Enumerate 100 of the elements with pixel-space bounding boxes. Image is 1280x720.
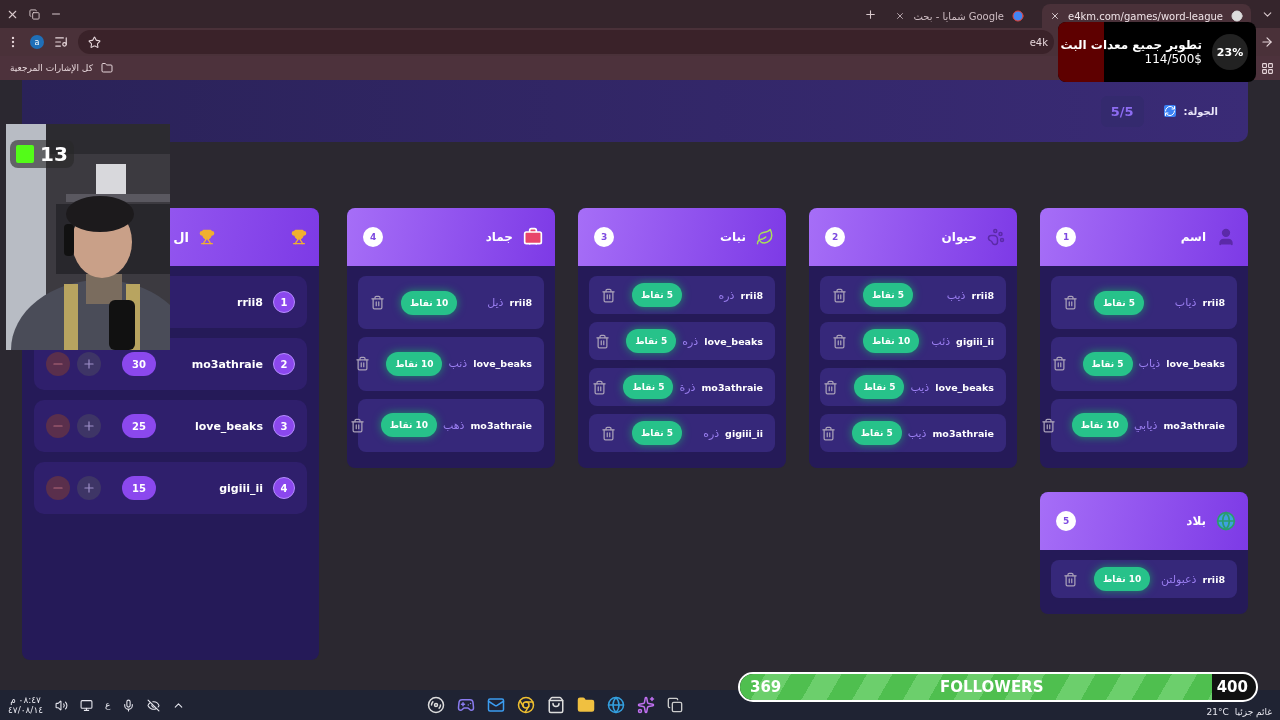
leaf-icon [756,228,774,246]
profile-avatar[interactable]: a [30,35,44,49]
language-indicator[interactable]: ع [105,700,111,710]
answer-word: ذيل [486,296,504,310]
person-icon [1216,227,1236,247]
points-badge: 5 نقاط [854,375,905,399]
eye-off-icon[interactable] [147,698,161,712]
weather-text: غائم جزئيا [1234,707,1272,717]
category-number: 1 [1056,227,1076,247]
player-name: rrii8 [1202,573,1225,585]
bookmark-item[interactable]: كل الإشارات المرجعية [10,63,93,73]
favicon-icon [1231,10,1243,22]
paw-icon [987,228,1005,246]
mic-icon[interactable] [122,698,136,712]
trash-icon[interactable] [370,295,385,311]
points-badge: 5 نقاط [626,329,677,353]
clock-time: ٠٨:٤٧ م [10,695,41,705]
player-score: 15 [122,476,156,500]
folder-icon [100,62,113,74]
browser-icon[interactable] [517,696,536,714]
gamepad-icon[interactable] [457,696,476,714]
trophy-icon [199,229,215,245]
player-name: mo3athraie [932,427,994,439]
answer-word: ذعبولتن [1160,572,1197,586]
globe-icon [1216,511,1236,531]
volume-icon[interactable] [55,698,69,712]
sparkles-icon[interactable] [637,696,656,714]
donation-percent: 23% [1212,34,1248,70]
player-name: gigiii_ii [219,481,263,495]
trash-icon[interactable] [601,287,616,303]
refresh-icon [1163,105,1176,117]
round-value: 5/5 [1100,95,1144,127]
globe-icon[interactable] [607,696,626,714]
mail-icon[interactable] [487,696,506,714]
player-name: gigiii_ii [725,427,763,439]
address-bar[interactable]: e4k [78,30,1054,54]
store-icon[interactable] [547,696,566,714]
trash-icon[interactable] [1040,417,1056,433]
media-icon[interactable] [54,35,68,49]
rank-number: 3 [273,415,295,437]
disc-icon[interactable] [427,696,446,714]
forward-icon[interactable] [1260,35,1274,49]
player-score: 25 [122,414,156,438]
trash-icon[interactable] [1063,295,1078,311]
category-title: حيوان [940,230,977,244]
trash-icon[interactable] [355,356,371,372]
followers-label: FOLLOWERS [940,678,1044,696]
trash-icon[interactable] [832,333,847,349]
points-badge: 10 نقاط [1094,567,1151,591]
points-badge: 5 نقاط [623,375,674,399]
answer-word: ذنب [448,357,468,371]
close-tab-icon[interactable] [895,11,906,21]
trash-icon[interactable] [1051,356,1067,372]
player-name: rrii8 [236,295,263,309]
trash-icon[interactable] [823,379,839,395]
player-name: mo3athraie [191,357,263,371]
apps-icon[interactable] [1261,61,1274,75]
trash-icon[interactable] [601,425,616,441]
favicon-icon [1012,10,1024,22]
trash-icon[interactable] [832,287,847,303]
donation-title: تطوير جميع معدات البث [1060,38,1202,52]
toolbox-icon [523,227,543,247]
folder-icon[interactable] [577,696,596,714]
player-name: mo3athraie [701,381,763,393]
close-tab-icon[interactable] [1050,11,1060,21]
category-number: 3 [594,227,614,247]
clock-date: ٤٧/٠٨/١٤ [8,705,44,715]
browser-tab[interactable]: شمايا - بحث Google [887,4,1032,28]
category-number: 5 [1056,511,1076,531]
answer-word: ذيب [907,426,927,440]
player-score: 30 [122,352,156,376]
plus-button[interactable] [77,414,101,438]
trash-icon[interactable] [595,333,611,349]
answer-word: ذره [682,334,699,348]
answer-word: ذيب [910,380,930,394]
points-badge: 5 نقاط [1082,352,1133,376]
category-title: نبات [719,230,746,244]
trash-icon[interactable] [592,379,608,395]
points-badge: 10 نقاط [386,352,443,376]
player-name: love_beaks [194,419,263,433]
answer-word: ذياب [1173,296,1197,310]
rank-number: 2 [273,353,295,375]
player-name: rrii8 [509,297,532,309]
plus-icon [82,419,96,433]
answer-word: ذرة [679,380,696,394]
trash-icon[interactable] [349,417,365,433]
plus-button[interactable] [77,352,101,376]
new-tab-icon[interactable] [864,7,878,21]
trash-icon[interactable] [1063,571,1078,587]
plus-button[interactable] [77,476,101,500]
points-badge: 10 نقاط [380,413,437,438]
trash-icon[interactable] [820,425,836,441]
category-title: اسم [1179,230,1206,244]
restore-icon[interactable] [29,8,40,20]
category-title: بلاد [1185,514,1206,528]
followers-current: 369 [750,678,782,696]
plus-icon [82,481,96,495]
player-name: love_beaks [704,335,763,347]
points-badge: 10 نقاط [863,329,920,353]
donation-amount: 114/500$ [1144,52,1202,66]
